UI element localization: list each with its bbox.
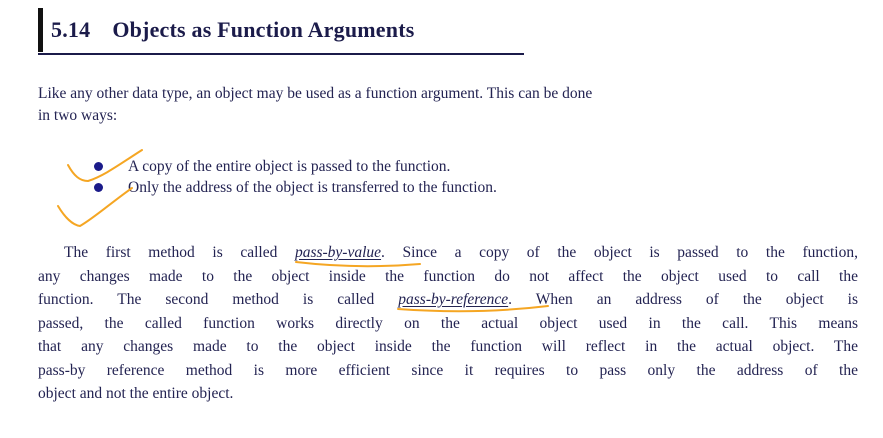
bullet-item-address: Only the address of the object is transf… xyxy=(90,177,790,198)
heading-text: 5.14 Objects as Function Arguments xyxy=(51,17,415,43)
section-heading: 5.14 Objects as Function Arguments xyxy=(38,8,415,52)
paragraph-text: . When an address of the object is xyxy=(508,291,858,308)
paragraph-line: function. The second method is called pa… xyxy=(38,288,858,312)
bullet-list: A copy of the entire object is passed to… xyxy=(90,156,790,198)
paragraph-text: The first method is called xyxy=(64,244,295,261)
section-title: Objects as Function Arguments xyxy=(112,17,415,42)
paragraph-text: function. The second method is called xyxy=(38,291,399,308)
heading-underline-rule xyxy=(38,53,524,55)
paragraph-line: passed, the called function works direct… xyxy=(38,314,858,332)
intro-line-2: in two ways: xyxy=(38,107,118,124)
paragraph-line: The first method is called pass-by-value… xyxy=(38,241,858,265)
paragraph-line: object and not the entire object. xyxy=(38,385,234,402)
bullet-dot-icon xyxy=(94,162,103,171)
bullet-dot-icon xyxy=(94,183,103,192)
body-paragraph: The first method is called pass-by-value… xyxy=(38,241,858,406)
intro-paragraph: Like any other data type, an object may … xyxy=(38,83,858,127)
term-pass-by-value: pass-by-value xyxy=(294,244,382,261)
section-number: 5.14 xyxy=(51,17,91,42)
paragraph-line: any changes made to the object inside th… xyxy=(38,267,858,285)
bullet-text: Only the address of the object is transf… xyxy=(128,179,497,196)
document-page: 5.14 Objects as Function Arguments Like a… xyxy=(0,0,883,438)
bullet-text: A copy of the entire object is passed to… xyxy=(128,158,451,175)
paragraph-text: . Since a copy of the object is passed t… xyxy=(381,244,858,261)
intro-line-1: Like any other data type, an object may … xyxy=(38,85,593,102)
heading-marker-bar xyxy=(38,8,43,52)
bullet-item-copy: A copy of the entire object is passed to… xyxy=(90,156,790,177)
paragraph-line: pass-by reference method is more efficie… xyxy=(38,361,858,379)
term-pass-by-reference: pass-by-reference xyxy=(398,291,509,308)
paragraph-line: that any changes made to the object insi… xyxy=(38,338,858,355)
